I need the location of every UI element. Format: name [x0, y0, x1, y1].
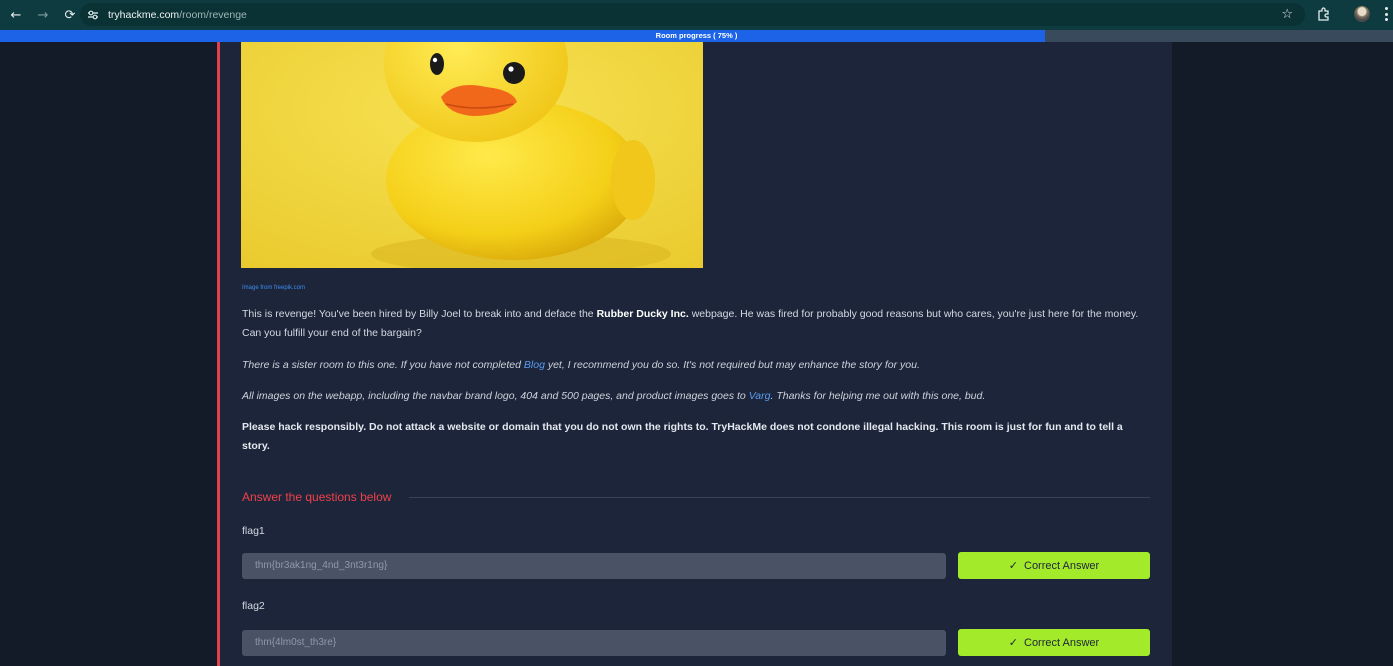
task-card: Image from freepik.com This is revenge! …: [217, 42, 1172, 666]
intro-text-start: This is revenge! You've been hired by Bi…: [242, 308, 597, 320]
intro-paragraph: This is revenge! You've been hired by Bi…: [242, 305, 1142, 343]
blog-room-link[interactable]: Blog: [524, 359, 545, 371]
question-label-flag2: flag2: [242, 600, 265, 612]
browser-menu-icon[interactable]: [1384, 7, 1388, 21]
question-label-flag1: flag1: [242, 525, 265, 537]
task-accent-border: [217, 42, 220, 666]
extensions-puzzle-icon[interactable]: [1314, 4, 1334, 24]
rubber-duck-image: [241, 42, 703, 268]
correct-answer-label: Correct Answer: [1024, 559, 1100, 572]
answer-field-flag2[interactable]: thm{4lm0st_th3re}: [242, 630, 946, 656]
company-name: Rubber Ducky Inc.: [596, 308, 689, 320]
image-credit[interactable]: Image from freepik.com: [242, 285, 305, 291]
sister-room-text-end: yet, I recommend you do so. It's not req…: [544, 359, 920, 371]
correct-answer-button-flag1[interactable]: ✓ Correct Answer: [958, 552, 1150, 579]
url-text[interactable]: tryhackme.com/room/revenge: [108, 9, 247, 21]
room-progress-bar: Room progress ( 75% ): [0, 30, 1393, 42]
address-bar[interactable]: tryhackme.com/room/revenge ☆: [80, 3, 1305, 26]
answer-questions-heading: Answer the questions below: [242, 490, 392, 504]
credits-text-start: All images on the webapp, including the …: [242, 390, 749, 402]
page-background: Image from freepik.com This is revenge! …: [0, 42, 1393, 666]
checkmark-icon: ✓: [1008, 637, 1018, 649]
sister-room-text-start: There is a sister room to this one. If y…: [242, 359, 524, 371]
varg-link[interactable]: Varg: [749, 390, 771, 402]
url-path: /room/revenge: [179, 8, 247, 21]
profile-avatar[interactable]: [1354, 6, 1370, 22]
url-host: tryhackme.com: [108, 8, 180, 21]
credits-text-end: . Thanks for helping me out with this on…: [770, 390, 986, 402]
image-credits-note: All images on the webapp, including the …: [242, 387, 1142, 406]
reload-icon[interactable]: ⟳: [59, 4, 81, 26]
answer-field-flag1[interactable]: thm{br3ak1ng_4nd_3nt3r1ng}: [242, 553, 946, 579]
back-arrow-icon[interactable]: ←: [5, 4, 27, 26]
bookmark-star-icon[interactable]: ☆: [1281, 7, 1293, 22]
room-progress-label: Room progress ( 75% ): [655, 31, 738, 40]
checkmark-icon: ✓: [1008, 560, 1018, 572]
disclaimer-paragraph: Please hack responsibly. Do not attack a…: [242, 421, 1123, 452]
site-settings-icon[interactable]: [86, 8, 100, 22]
sister-room-note: There is a sister room to this one. If y…: [242, 356, 1142, 375]
forward-arrow-icon[interactable]: →: [32, 4, 54, 26]
browser-toolbar: ← → ⟳ tryhackme.com/room/revenge ☆: [0, 0, 1393, 30]
heading-divider: [409, 497, 1150, 498]
correct-answer-label: Correct Answer: [1024, 636, 1100, 649]
correct-answer-button-flag2[interactable]: ✓ Correct Answer: [958, 629, 1150, 656]
